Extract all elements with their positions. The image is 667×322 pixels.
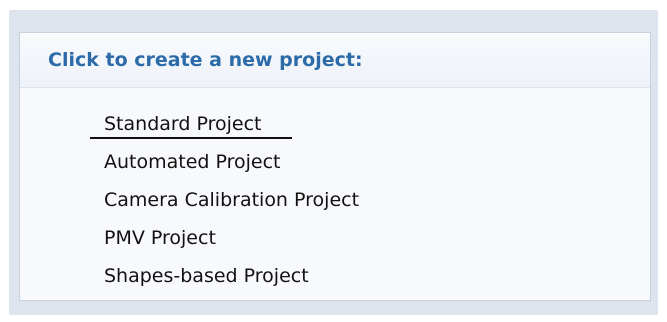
hover-underline-indicator	[90, 137, 292, 139]
panel-header: Click to create a new project:	[20, 33, 650, 88]
project-type-list: Standard Project Automated Project Camer…	[104, 105, 359, 295]
panel-title: Click to create a new project:	[48, 49, 363, 71]
shapes-based-project-link[interactable]: Shapes-based Project	[104, 257, 359, 295]
new-project-panel: Click to create a new project: Standard …	[19, 32, 651, 301]
automated-project-link[interactable]: Automated Project	[104, 143, 359, 181]
project-dialog-frame: Click to create a new project: Standard …	[9, 10, 658, 315]
camera-calibration-project-link[interactable]: Camera Calibration Project	[104, 181, 359, 219]
pmv-project-link[interactable]: PMV Project	[104, 219, 359, 257]
